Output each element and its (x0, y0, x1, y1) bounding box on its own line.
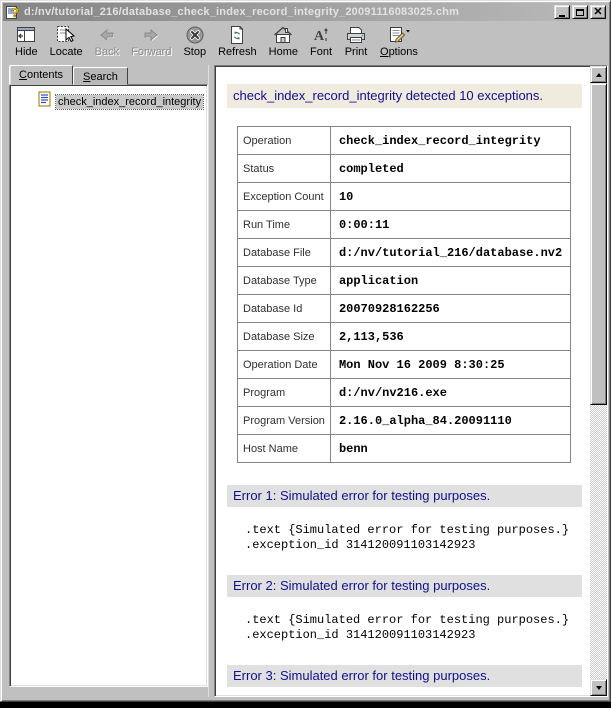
maximize-icon (576, 9, 584, 16)
window-controls: ✕ (554, 5, 606, 19)
tab-contents[interactable]: Contents (9, 65, 73, 85)
scrollbar-thumb[interactable] (590, 83, 607, 405)
error-2-header: Error 2: Simulated error for testing pur… (227, 575, 582, 597)
table-row: Operation DateMon Nov 16 2009 8:30:25 (238, 351, 571, 379)
refresh-button[interactable]: Refresh (212, 23, 263, 63)
stop-icon (184, 24, 206, 46)
hide-button[interactable]: Hide (9, 23, 44, 63)
forward-button[interactable]: Forward (125, 23, 177, 63)
minimize-icon (559, 15, 565, 17)
print-icon (344, 24, 368, 46)
main-area: Contents Search (3, 63, 608, 699)
table-row: Statuscompleted (238, 155, 571, 183)
topic-pane: check_index_record_integrity detected 10… (214, 65, 608, 697)
svg-text:A: A (314, 29, 325, 44)
window-title: d:/nv/tutorial_216/database_check_index_… (24, 6, 551, 18)
report-table: Operationcheck_index_record_integrity St… (237, 126, 571, 463)
table-row: Exception Count10 (238, 183, 571, 211)
error-1-code: .text {Simulated error for testing purpo… (245, 523, 584, 553)
back-icon (96, 24, 118, 46)
table-row: Host Namebenn (238, 435, 571, 463)
options-button[interactable]: Options (374, 23, 424, 63)
svg-text:?: ? (11, 5, 19, 20)
error-3-header: Error 3: Simulated error for testing pur… (227, 665, 582, 687)
scrollbar-track[interactable] (590, 83, 607, 679)
scroll-down-button[interactable] (590, 679, 607, 696)
hide-icon (15, 24, 37, 46)
navigation-pane: Contents Search (7, 65, 208, 697)
minimize-button[interactable] (554, 5, 570, 19)
locate-icon (54, 24, 78, 46)
table-row: Database Id20070928162256 (238, 295, 571, 323)
home-icon (272, 24, 294, 46)
tree-item-label: check_index_record_integrity (56, 95, 203, 109)
contents-tree: check_index_record_integrity (9, 84, 208, 687)
arrow-down-icon (596, 686, 602, 690)
topic-page-icon (38, 91, 51, 112)
arrow-up-icon (596, 73, 602, 77)
table-row: Database Filed:/nv/tutorial_216/database… (238, 239, 571, 267)
vertical-scrollbar (590, 66, 607, 696)
print-button[interactable]: Print (338, 23, 374, 63)
back-button[interactable]: Back (89, 23, 125, 63)
summary-banner: check_index_record_integrity detected 10… (227, 84, 582, 108)
maximize-button[interactable] (572, 5, 588, 19)
toolbar: Hide Locate Back (3, 21, 608, 63)
table-row: Database Size2,113,536 (238, 323, 571, 351)
stop-button[interactable]: Stop (177, 23, 212, 63)
font-button[interactable]: A Font (304, 23, 338, 63)
scroll-up-button[interactable] (590, 66, 607, 83)
close-button[interactable]: ✕ (590, 5, 606, 19)
options-icon (386, 24, 412, 46)
topic-content: check_index_record_integrity detected 10… (215, 66, 590, 696)
titlebar: ? d:/nv/tutorial_216/database_check_inde… (3, 3, 608, 21)
locate-button[interactable]: Locate (44, 23, 89, 63)
close-icon: ✕ (593, 7, 602, 17)
tab-search[interactable]: Search (73, 67, 128, 85)
nav-tabs: Contents Search (7, 65, 208, 85)
table-row: Database Typeapplication (238, 267, 571, 295)
table-row: Programd:/nv/nv216.exe (238, 379, 571, 407)
table-row: Run Time0:00:11 (238, 211, 571, 239)
table-row: Operationcheck_index_record_integrity (238, 127, 571, 155)
font-icon: A (310, 24, 332, 46)
forward-icon (140, 24, 162, 46)
tree-item-check-index-record-integrity[interactable]: check_index_record_integrity (12, 91, 205, 112)
error-1-header: Error 1: Simulated error for testing pur… (227, 485, 582, 507)
table-row: Program Version2.16.0_alpha_84.20091110 (238, 407, 571, 435)
refresh-icon (226, 24, 248, 46)
home-button[interactable]: Home (263, 23, 304, 63)
error-2-code: .text {Simulated error for testing purpo… (245, 613, 584, 643)
help-file-icon: ? (5, 4, 21, 20)
help-viewer-window: ? d:/nv/tutorial_216/database_check_inde… (0, 0, 611, 702)
